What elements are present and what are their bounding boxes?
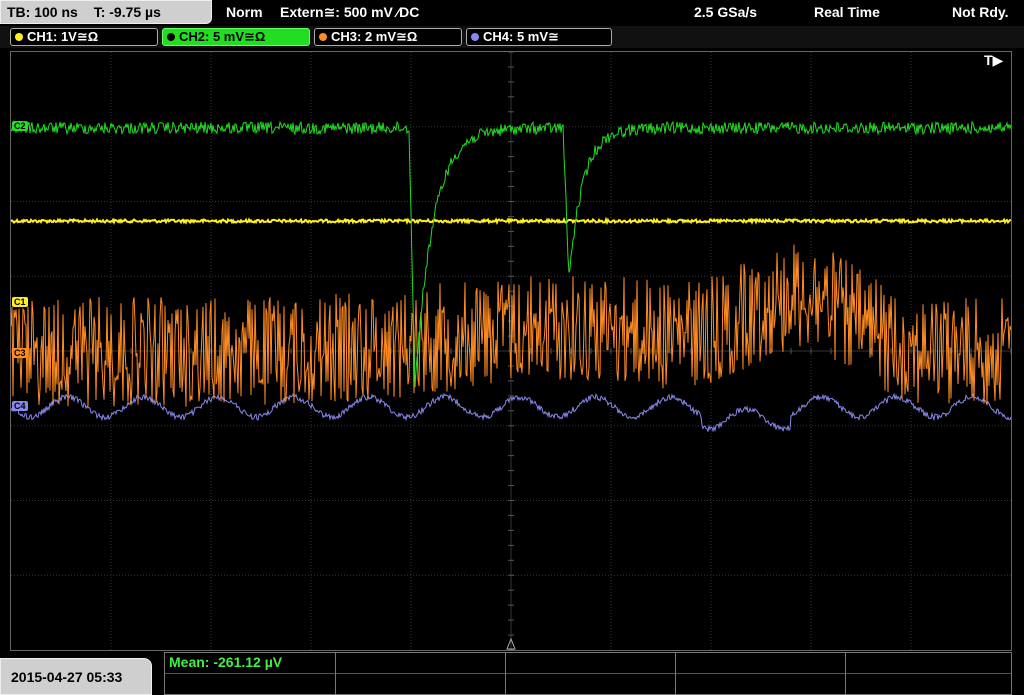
timebase-label: TB: 100 ns — [7, 4, 78, 20]
trigger-time-label: T: -9.75 µs — [93, 4, 161, 20]
waveform-display[interactable] — [10, 51, 1012, 651]
sample-rate: 2.5 GSa/s — [694, 4, 758, 20]
channel-2-tab[interactable]: CH2: 5 mV≅Ω — [162, 28, 310, 46]
trigger-source[interactable]: Extern≅: 500 mV ⁄DC — [280, 0, 419, 24]
channel-4-level-marker[interactable]: C4 — [12, 401, 28, 411]
channel-bar: CH1: 1V≅Ω CH2: 5 mV≅Ω CH3: 2 mV≅Ω CH4: 5… — [0, 26, 1024, 48]
trigger-mode[interactable]: Norm — [226, 0, 263, 24]
timebase-panel[interactable]: TB: 100 ns T: -9.75 µs — [0, 0, 212, 24]
channel-2-level-marker[interactable]: C2 — [12, 121, 28, 131]
channel-1-level-marker[interactable]: C1 — [12, 297, 28, 307]
channel-1-waveform — [10, 216, 1012, 226]
channel-3-dot-icon — [319, 33, 327, 41]
channel-2-dot-icon — [167, 33, 175, 41]
datetime-display: 2015-04-27 05:33 — [0, 658, 152, 695]
channel-3-tab[interactable]: CH3: 2 mV≅Ω — [314, 28, 462, 46]
acquisition-status: Not Rdy. — [952, 4, 1009, 20]
mean-measurement: Mean: -261.12 µV — [169, 654, 283, 670]
measurement-cell-divider — [675, 653, 676, 694]
measurement-cell-divider — [335, 653, 336, 694]
channel-3-level-marker[interactable]: C3 — [12, 348, 28, 358]
waveform-svg — [10, 51, 1012, 651]
bottom-bar: 2015-04-27 05:33 Mean: -261.12 µV — [0, 652, 1024, 695]
measurement-cell-divider — [505, 653, 506, 694]
measurement-panel[interactable]: Mean: -261.12 µV — [164, 652, 1012, 695]
top-status-bar: TB: 100 ns T: -9.75 µs Norm Extern≅: 500… — [0, 0, 1024, 26]
trigger-marker: T▶ — [984, 52, 1004, 68]
channel-1-dot-icon — [15, 33, 23, 41]
measurement-divider — [165, 673, 1011, 674]
channel-4-tab[interactable]: CH4: 5 mV≅ — [466, 28, 612, 46]
channel-4-dot-icon — [471, 33, 479, 41]
acquisition-mode[interactable]: Real Time — [814, 0, 880, 24]
channel-1-tab[interactable]: CH1: 1V≅Ω — [10, 28, 158, 46]
measurement-cell-divider — [845, 653, 846, 694]
